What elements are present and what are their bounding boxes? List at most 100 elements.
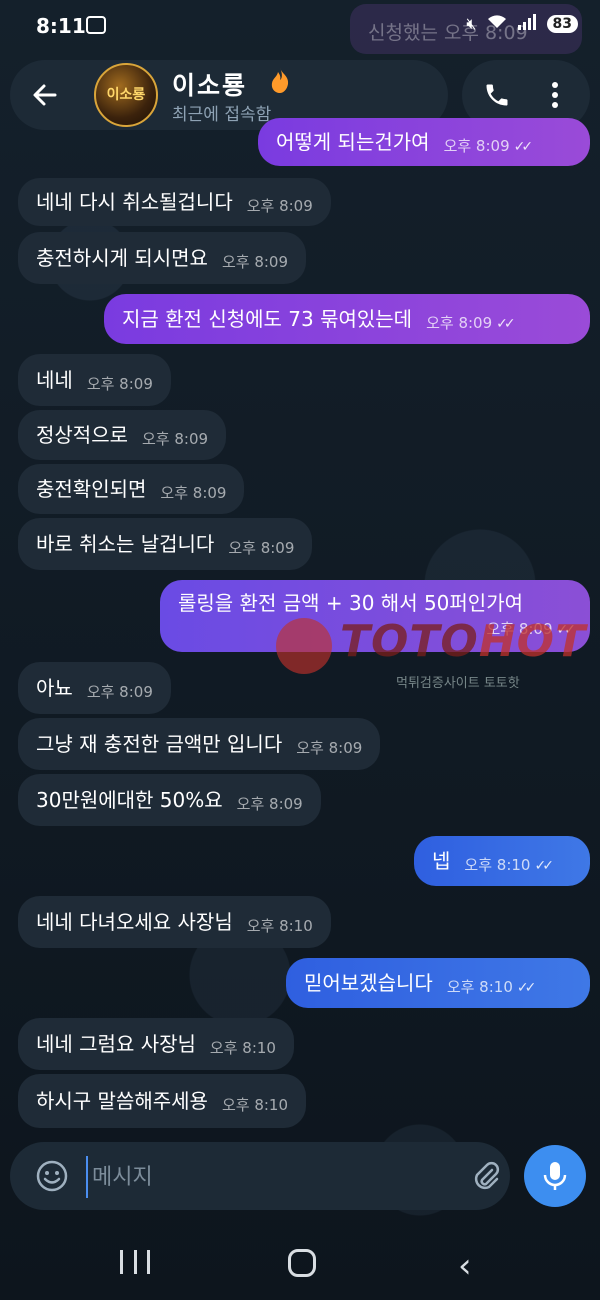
message-text: 충전하시게 되시면요	[36, 246, 208, 270]
incoming-message[interactable]: 아뇨 오후 8:09	[18, 662, 171, 714]
read-receipt-icon: ✓✓	[534, 857, 554, 874]
incoming-message[interactable]: 충전확인되면 오후 8:09	[18, 464, 245, 514]
message-time-text: 오후 8:09	[142, 430, 209, 448]
message-time-text: 오후 8:09	[296, 739, 363, 757]
message-time: 오후 8:09	[87, 680, 153, 704]
outgoing-message[interactable]: 어떻게 되는건가여 오후 8:09 ✓✓	[258, 118, 590, 166]
arrow-left-icon	[33, 84, 57, 106]
message-time: 오후 8:09	[222, 250, 288, 274]
outgoing-message[interactable]: 지금 환전 신청에도 73 묶여있는데 오후 8:09 ✓✓	[104, 294, 590, 344]
message-time: 오후 8:10 ✓✓	[446, 975, 537, 1000]
incoming-message[interactable]: 네네 다시 취소될겁니다 오후 8:09	[18, 178, 331, 226]
attach-button[interactable]	[464, 1154, 508, 1198]
mute-icon: 🔇︎	[466, 14, 477, 33]
watermark-brand-a: TOTO	[340, 616, 479, 667]
message-text: 하시구 말씀해주세용	[36, 1089, 208, 1113]
message-text: 롤링을 환전 금액 + 30 해서 50퍼인가여	[178, 590, 524, 615]
message-time: 오후 8:09	[237, 792, 303, 816]
recent-apps-icon[interactable]	[120, 1250, 150, 1276]
phone-icon	[486, 84, 508, 106]
message-text: 30만원에대한 50%요	[36, 788, 223, 812]
message-text: 지금 환전 신청에도 73 묶여있는데	[122, 307, 413, 331]
message-time-text: 오후 8:09	[443, 136, 510, 155]
message-time: 오후 8:09 ✓✓	[443, 134, 534, 159]
outgoing-message[interactable]: 넵 오후 8:10 ✓✓	[414, 836, 590, 886]
message-time: 오후 8:09	[87, 372, 153, 396]
more-vertical-icon	[552, 82, 558, 108]
incoming-message[interactable]: 충전하시게 되시면요 오후 8:09	[18, 232, 307, 284]
back-button[interactable]	[22, 72, 68, 118]
message-text: 어떻게 되는건가여	[276, 130, 430, 154]
more-options-button[interactable]	[534, 74, 576, 116]
incoming-message[interactable]: 바로 취소는 날겁니다 오후 8:09	[18, 518, 313, 570]
battery-icon: 83	[546, 15, 578, 33]
home-icon[interactable]	[288, 1249, 316, 1277]
message-time-text: 오후 8:09	[221, 253, 289, 271]
read-receipt-icon: ✓✓	[513, 138, 534, 155]
message-time: 오후 8:09	[142, 427, 208, 451]
incoming-message[interactable]: 그냥 재 충전한 금액만 입니다 오후 8:09	[18, 718, 381, 770]
smiley-icon	[36, 1160, 68, 1192]
contact-name[interactable]: 이소룡	[172, 66, 247, 102]
contact-status: 최근에 접속함	[172, 105, 272, 125]
message-text: 믿어보겠습니다	[304, 971, 433, 995]
incoming-message[interactable]: 네네 다녀오세요 사장님 오후 8:10	[18, 896, 331, 948]
message-time-text: 오후 8:09	[426, 313, 493, 332]
message-time: 오후 8:10	[222, 1093, 288, 1117]
message-text: 그냥 재 충전한 금액만 입니다	[36, 732, 283, 756]
incoming-message[interactable]: 30만원에대한 50%요 오후 8:09	[18, 774, 321, 826]
message-text: 네네 다시 취소될겁니다	[36, 190, 233, 214]
message-text: 정상적으로	[36, 423, 128, 447]
message-time-text: 오후 8:09	[86, 683, 153, 701]
read-receipt-icon: ✓✓	[496, 315, 516, 332]
outgoing-message[interactable]: 믿어보겠습니다 오후 8:10 ✓✓	[286, 958, 590, 1008]
message-time-text: 오후 8:09	[86, 375, 153, 393]
watermark: TOTOHOT 먹튀검증사이트 토토핫	[276, 612, 596, 692]
status-time: 8:11	[36, 14, 86, 38]
message-text: 네네 다녀오세요 사장님	[36, 910, 233, 934]
microphone-icon	[543, 1162, 567, 1190]
message-time-text: 오후 8:09	[160, 484, 227, 502]
message-time-text: 오후 8:10	[221, 1096, 289, 1114]
message-time: 오후 8:09 ✓✓	[426, 311, 516, 336]
watermark-logo-icon	[276, 618, 332, 674]
status-bar: 8:11 🔇︎ 83	[0, 0, 600, 58]
message-input[interactable]	[86, 1156, 454, 1198]
message-time: 오후 8:10 ✓✓	[464, 853, 554, 878]
read-receipt-icon: ✓✓	[516, 979, 537, 996]
message-time-text: 오후 8:10	[464, 855, 531, 874]
incoming-message[interactable]: 정상적으로 오후 8:09	[18, 410, 227, 460]
message-text: 충전확인되면	[36, 477, 147, 501]
message-time: 오후 8:09	[228, 536, 294, 560]
message-time-text: 오후 8:09	[236, 795, 303, 813]
message-text: 아뇨	[36, 676, 73, 700]
avatar[interactable]: 이소룡	[94, 63, 158, 127]
message-time-text: 오후 8:09	[228, 539, 295, 557]
message-text: 네네	[36, 368, 73, 392]
system-back-icon[interactable]: ‹	[458, 1246, 472, 1286]
watermark-tagline: 먹튀검증사이트 토토핫	[396, 676, 520, 691]
status-icons: 🔇︎ 83	[466, 14, 578, 34]
message-text: 네네 그럼요 사장님	[36, 1032, 196, 1056]
message-time: 오후 8:09	[247, 194, 313, 218]
signal-icon	[517, 14, 537, 34]
message-time: 오후 8:10	[210, 1036, 276, 1060]
incoming-message[interactable]: 하시구 말씀해주세용 오후 8:10	[18, 1074, 307, 1128]
screen-record-icon	[86, 16, 106, 34]
paperclip-icon	[474, 1161, 500, 1190]
message-time-text: 오후 8:10	[446, 977, 513, 996]
incoming-message[interactable]: 네네 오후 8:09	[18, 354, 171, 406]
message-time: 오후 8:09	[160, 481, 226, 505]
message-text: 바로 취소는 날겁니다	[36, 532, 215, 556]
watermark-brand-b: HOT	[478, 616, 587, 667]
incoming-message[interactable]: 네네 그럼요 사장님 오후 8:10	[18, 1018, 294, 1070]
message-time: 오후 8:10	[247, 914, 313, 938]
call-button[interactable]	[476, 74, 518, 116]
message-time: 오후 8:09	[296, 736, 362, 760]
watermark-brand: TOTOHOT	[340, 616, 586, 667]
emoji-button[interactable]	[30, 1154, 74, 1198]
message-time-text: 오후 8:09	[246, 197, 313, 215]
message-time-text: 오후 8:10	[246, 917, 313, 935]
message-time-text: 오후 8:10	[209, 1039, 276, 1057]
voice-message-button[interactable]	[524, 1145, 586, 1207]
